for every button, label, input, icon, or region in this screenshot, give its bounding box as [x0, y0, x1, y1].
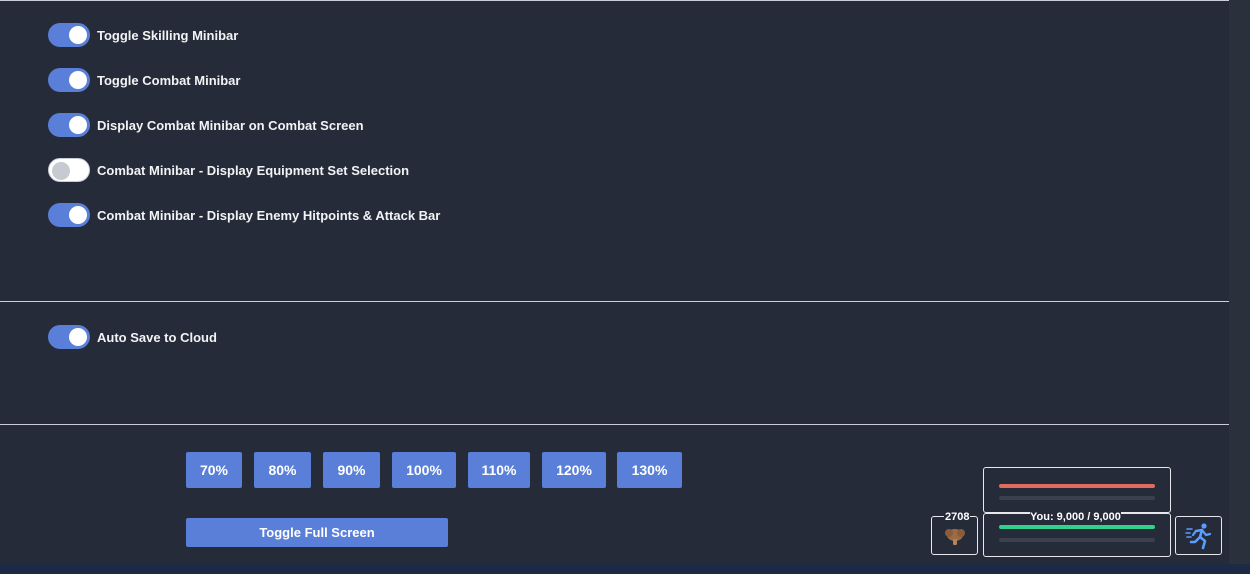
top-divider	[0, 0, 1229, 1]
setting-display-combat-minibar-on-combat-screen[interactable]: Display Combat Minibar on Combat Screen	[48, 113, 364, 137]
player-attack-bar-track	[999, 538, 1155, 542]
run-button[interactable]	[1175, 516, 1222, 555]
toggle-switch[interactable]	[48, 68, 90, 92]
switch-knob	[52, 162, 70, 180]
zoom-110-button[interactable]: 110%	[468, 452, 530, 488]
zoom-80-button[interactable]: 80%	[254, 452, 311, 488]
toggle-switch[interactable]	[48, 325, 90, 349]
switch-knob	[69, 116, 87, 134]
section-divider-2	[0, 424, 1229, 425]
switch-knob	[69, 206, 87, 224]
toggle-full-screen-button[interactable]: Toggle Full Screen	[186, 518, 448, 547]
switch-knob	[69, 71, 87, 89]
switch-knob	[69, 328, 87, 346]
setting-display-enemy-hitpoints-attack-bar[interactable]: Combat Minibar - Display Enemy Hitpoints…	[48, 203, 440, 227]
section-divider-1	[0, 301, 1229, 302]
setting-display-equipment-set-selection[interactable]: Combat Minibar - Display Equipment Set S…	[48, 158, 409, 182]
zoom-100-button[interactable]: 100%	[392, 452, 456, 488]
zoom-70-button[interactable]: 70%	[186, 452, 242, 488]
switch-knob	[69, 26, 87, 44]
setting-label: Auto Save to Cloud	[97, 329, 217, 345]
setting-label: Toggle Skilling Minibar	[97, 27, 239, 43]
player-hp-bar-fill	[999, 525, 1155, 529]
setting-label: Toggle Combat Minibar	[97, 72, 241, 88]
bottom-strip	[0, 564, 1250, 574]
scrollbar-track[interactable]	[1229, 0, 1250, 564]
enemy-hp-bar-track	[999, 496, 1155, 500]
zoom-130-button[interactable]: 130%	[617, 452, 682, 488]
setting-toggle-combat-minibar[interactable]: Toggle Combat Minibar	[48, 68, 240, 92]
toggle-switch[interactable]	[48, 158, 90, 182]
setting-label: Combat Minibar - Display Enemy Hitpoints…	[97, 207, 441, 223]
enemy-hp-bar-fill	[999, 484, 1155, 488]
player-hp-text: You: 9,000 / 9,000	[1030, 511, 1121, 523]
zoom-120-button[interactable]: 120%	[542, 452, 606, 488]
enemy-hp-panel	[983, 467, 1171, 513]
setting-label: Display Combat Minibar on Combat Screen	[97, 117, 364, 133]
zoom-90-button[interactable]: 90%	[323, 452, 380, 488]
food-icon	[945, 529, 965, 545]
food-count: 2708	[944, 511, 971, 523]
run-icon	[1185, 523, 1212, 550]
toggle-switch[interactable]	[48, 113, 90, 137]
toggle-switch[interactable]	[48, 23, 90, 47]
toggle-switch[interactable]	[48, 203, 90, 227]
setting-auto-save-to-cloud[interactable]: Auto Save to Cloud	[48, 325, 217, 349]
setting-label: Combat Minibar - Display Equipment Set S…	[97, 162, 410, 178]
setting-toggle-skilling-minibar[interactable]: Toggle Skilling Minibar	[48, 23, 238, 47]
